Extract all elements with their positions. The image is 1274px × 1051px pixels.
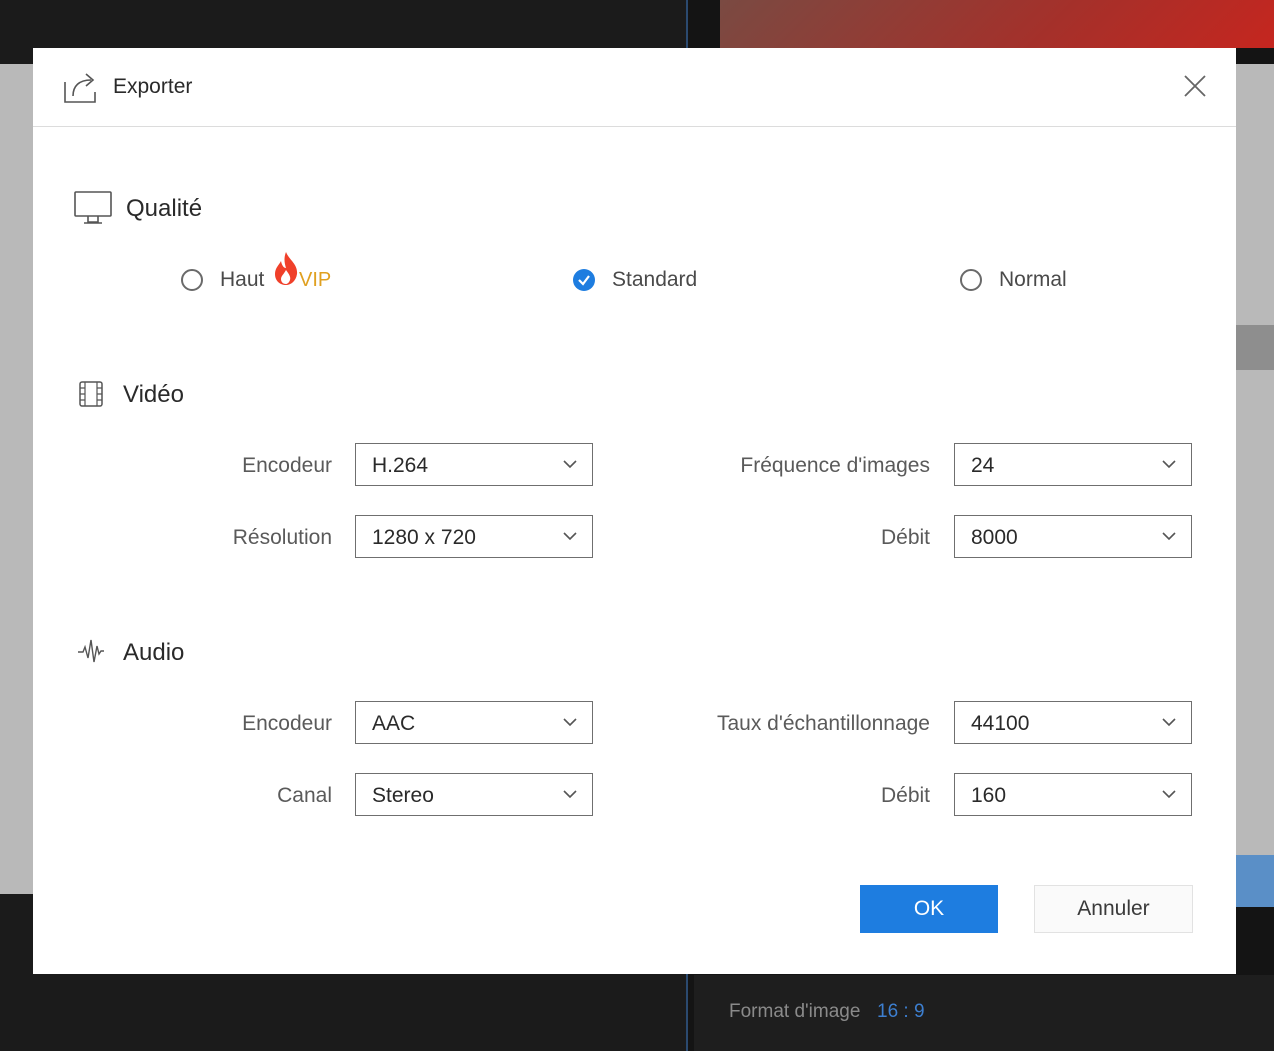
quality-option-standard[interactable]: Standard: [573, 268, 697, 292]
radio-button[interactable]: [960, 269, 982, 291]
chevron-down-icon: [1162, 460, 1176, 469]
select-value: 44100: [971, 712, 1030, 735]
audio-channel-select[interactable]: Stereo: [355, 773, 593, 816]
film-icon: [79, 381, 103, 407]
select-value: 24: [971, 454, 995, 477]
checkmark-icon: [578, 275, 590, 286]
aspect-ratio-label: Format d'image: [729, 1001, 861, 1022]
export-icon: [64, 73, 96, 103]
vip-badge: VIP: [299, 269, 332, 291]
quality-option-haut[interactable]: Haut: [181, 268, 264, 292]
chevron-down-icon: [563, 790, 577, 799]
radio-button-checked[interactable]: [573, 269, 595, 291]
video-bitrate-select[interactable]: 8000: [954, 515, 1192, 558]
quality-option-normal[interactable]: Normal: [960, 268, 1067, 292]
background-right-button: [1236, 855, 1274, 907]
dialog-header: Exporter: [33, 48, 1236, 127]
radio-button[interactable]: [181, 269, 203, 291]
background-footer: Format d'image 16 : 9: [694, 975, 1274, 1051]
quality-option-label: Haut: [220, 268, 265, 291]
audio-encoder-select[interactable]: AAC: [355, 701, 593, 744]
chevron-down-icon: [1162, 532, 1176, 541]
quality-option-label: Normal: [999, 268, 1067, 291]
video-bitrate-label: Débit: [880, 526, 930, 549]
aspect-ratio-value: 16 : 9: [877, 1001, 925, 1022]
fire-icon: [275, 252, 298, 285]
background-right-panel: [1236, 64, 1274, 894]
select-value: 160: [971, 784, 1007, 807]
background-right-row: [1236, 325, 1274, 370]
video-resolution-label: Résolution: [232, 526, 332, 549]
video-encoder-label: Encodeur: [242, 454, 332, 477]
background-sidebar: [0, 64, 33, 894]
background-video-preview: [720, 0, 1274, 48]
video-framerate-label: Fréquence d'images: [740, 454, 930, 477]
ok-button[interactable]: OK: [860, 885, 998, 933]
audio-bitrate-select[interactable]: 160: [954, 773, 1192, 816]
monitor-icon: [74, 191, 112, 224]
select-value: H.264: [372, 454, 429, 477]
video-framerate-select[interactable]: 24: [954, 443, 1192, 486]
quality-option-label: Standard: [612, 268, 698, 291]
video-encoder-select[interactable]: H.264: [355, 443, 593, 486]
video-resolution-select[interactable]: 1280 x 720: [355, 515, 593, 558]
video-section-title: Vidéo: [123, 381, 184, 408]
chevron-down-icon: [1162, 790, 1176, 799]
audio-section-title: Audio: [123, 639, 185, 666]
chevron-down-icon: [563, 532, 577, 541]
audio-samplerate-label: Taux d'échantillonnage: [716, 712, 930, 735]
audio-encoder-label: Encodeur: [242, 712, 332, 735]
audio-wave-icon: [78, 639, 104, 663]
export-dialog: Exporter Qualité Haut VIP Standard Norma…: [33, 48, 1236, 974]
select-value: Stereo: [372, 784, 434, 807]
chevron-down-icon: [1162, 718, 1176, 727]
select-value: AAC: [372, 712, 416, 735]
select-value: 1280 x 720: [372, 526, 476, 549]
audio-samplerate-select[interactable]: 44100: [954, 701, 1192, 744]
dialog-title: Exporter: [113, 75, 193, 98]
audio-bitrate-label: Débit: [880, 784, 930, 807]
cancel-button[interactable]: Annuler: [1034, 885, 1193, 933]
chevron-down-icon: [563, 718, 577, 727]
close-icon[interactable]: [1181, 72, 1209, 100]
chevron-down-icon: [563, 460, 577, 469]
audio-channel-label: Canal: [277, 784, 332, 807]
quality-section-title: Qualité: [126, 195, 203, 222]
select-value: 8000: [971, 526, 1018, 549]
